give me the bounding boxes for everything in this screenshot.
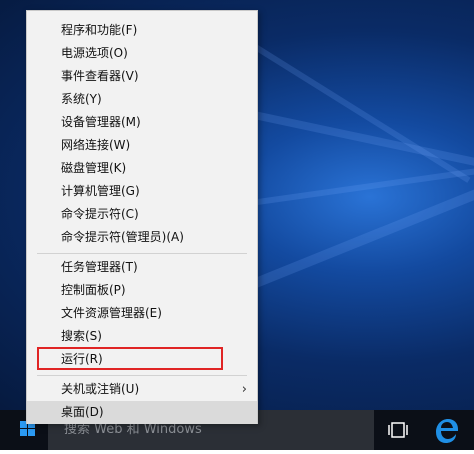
menu-item-control-panel[interactable]: 控制面板(P) [27,279,257,302]
menu-item-computer-management[interactable]: 计算机管理(G) [27,180,257,203]
menu-item-system[interactable]: 系统(Y) [27,88,257,111]
run-highlight-box [37,347,223,370]
edge-button[interactable] [426,410,468,450]
menu-item-label: 关机或注销(U) [61,382,140,396]
winx-context-menu: 程序和功能(F) 电源选项(O) 事件查看器(V) 系统(Y) 设备管理器(M)… [26,10,258,424]
menu-item-device-manager[interactable]: 设备管理器(M) [27,111,257,134]
task-view-button[interactable] [377,410,419,450]
menu-item-file-explorer[interactable]: 文件资源管理器(E) [27,302,257,325]
menu-item-programs-features[interactable]: 程序和功能(F) [27,19,257,42]
menu-item-command-prompt-admin[interactable]: 命令提示符(管理员)(A) [27,226,257,249]
menu-item-task-manager[interactable]: 任务管理器(T) [27,256,257,279]
menu-item-event-viewer[interactable]: 事件查看器(V) [27,65,257,88]
menu-separator [37,253,247,254]
task-view-icon [388,422,408,438]
menu-item-command-prompt[interactable]: 命令提示符(C) [27,203,257,226]
menu-item-shutdown-signout[interactable]: 关机或注销(U) › [27,378,257,401]
menu-item-desktop[interactable]: 桌面(D) [27,401,257,424]
menu-item-search[interactable]: 搜索(S) [27,325,257,348]
edge-icon [436,419,458,443]
chevron-right-icon: › [241,382,247,397]
menu-item-power-options[interactable]: 电源选项(O) [27,42,257,65]
menu-separator [37,375,247,376]
menu-item-network-connections[interactable]: 网络连接(W) [27,134,257,157]
menu-item-disk-management[interactable]: 磁盘管理(K) [27,157,257,180]
